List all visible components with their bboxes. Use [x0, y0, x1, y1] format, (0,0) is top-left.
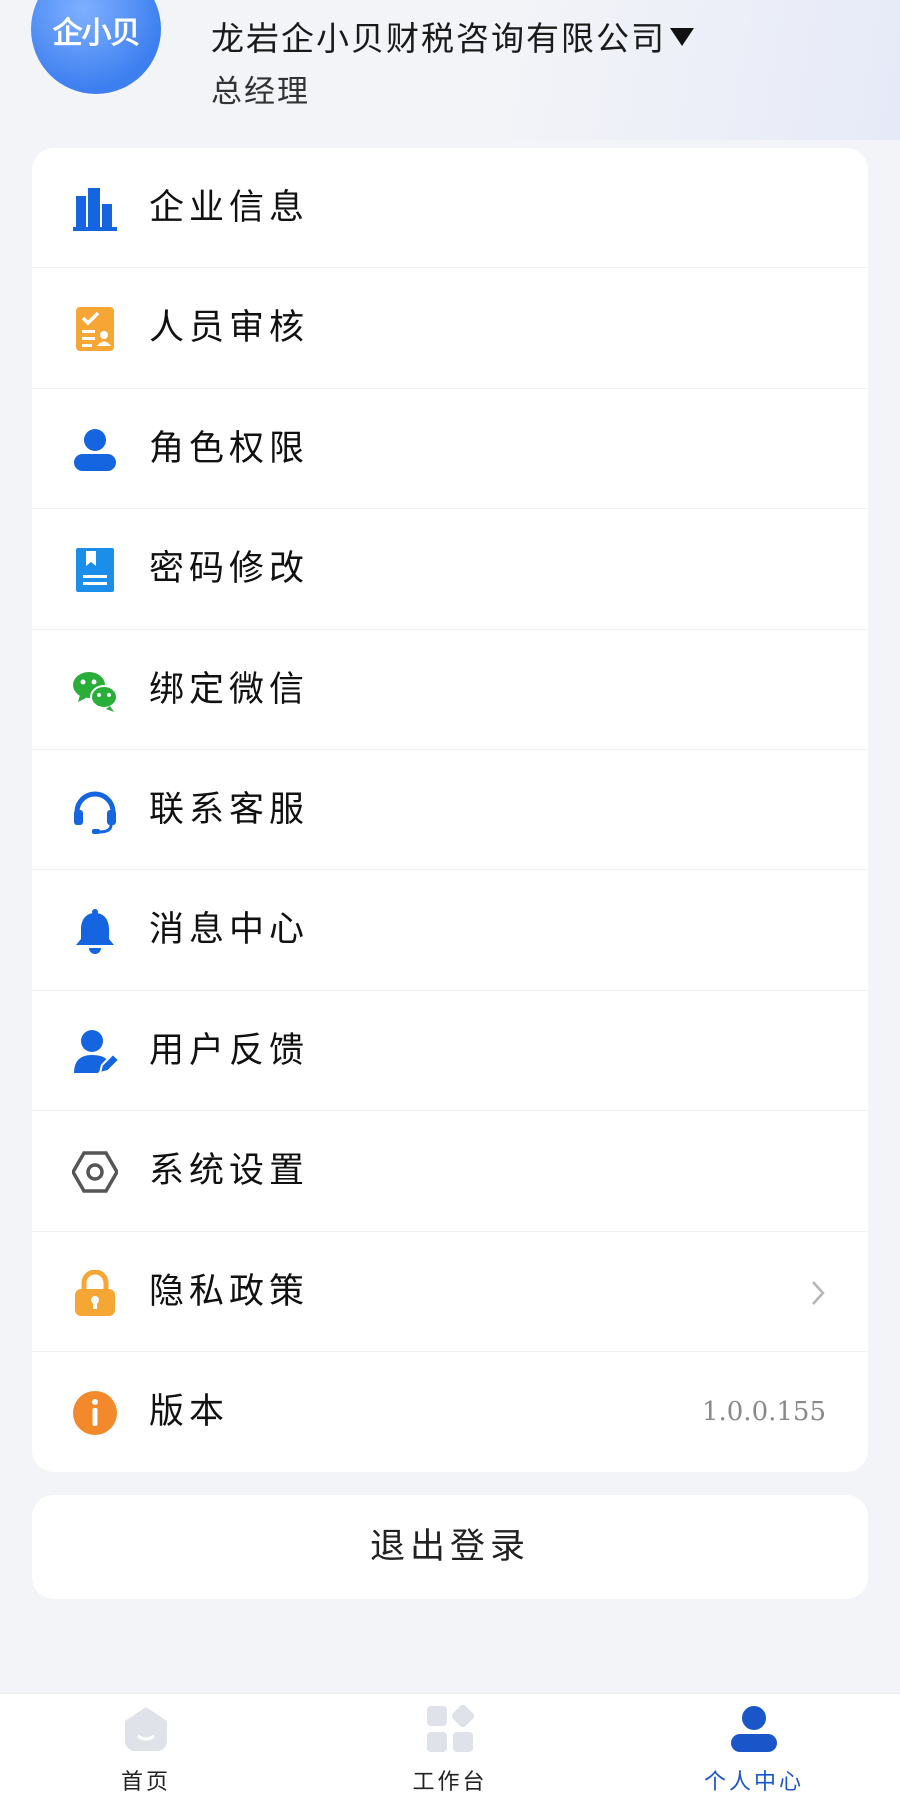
company-switcher[interactable]: 龙岩企小贝财税咨询有限公司: [211, 12, 694, 60]
menu-item-bind-wechat[interactable]: 绑定微信: [32, 630, 868, 750]
headset-icon: [72, 788, 118, 834]
user-role: 总经理: [211, 74, 310, 110]
user-edit-icon: [72, 1029, 118, 1075]
tab-home[interactable]: 首页: [46, 1694, 246, 1800]
avatar-logo-text: 企小贝: [52, 16, 141, 51]
checklist-icon: [72, 306, 118, 352]
menu-item-change-password[interactable]: 密码修改: [32, 509, 868, 630]
bell-icon: [72, 908, 118, 955]
profile-header: 企小贝 龙岩企小贝财税咨询有限公司 总经理: [0, 0, 900, 130]
menu-item-label: 角色权限: [149, 428, 310, 469]
menu-item-user-feedback[interactable]: 用户反馈: [32, 991, 868, 1112]
profile-page: 企小贝 龙岩企小贝财税咨询有限公司 总经理 企业信息 人员审核 角色权限 密码修…: [0, 0, 900, 1800]
home-icon: [121, 1704, 171, 1754]
user-tab-icon: [729, 1704, 779, 1754]
menu-item-label: 密码修改: [149, 549, 310, 590]
logout-button[interactable]: 退出登录: [32, 1495, 868, 1599]
lock-icon: [72, 1269, 118, 1316]
menu-item-customer-service[interactable]: 联系客服: [32, 750, 868, 871]
settings-menu: 企业信息 人员审核 角色权限 密码修改 绑定微信 联系客服 消息中心 用户反馈 …: [32, 148, 868, 1472]
settings-hex-icon: [72, 1149, 118, 1195]
tab-workbench[interactable]: 工作台: [350, 1694, 550, 1800]
menu-item-label: 联系客服: [149, 789, 310, 830]
menu-item-label: 系统设置: [149, 1151, 310, 1192]
menu-item-staff-review[interactable]: 人员审核: [32, 268, 868, 389]
menu-item-message-center[interactable]: 消息中心: [32, 870, 868, 991]
bottom-tab-bar: 首页 工作台 个人中心: [0, 1693, 900, 1800]
company-name: 龙岩企小贝财税咨询有限公司: [211, 19, 666, 58]
company-avatar[interactable]: 企小贝: [31, 0, 161, 94]
menu-item-role-permissions[interactable]: 角色权限: [32, 389, 868, 510]
user-icon: [72, 427, 118, 473]
menu-item-system-settings[interactable]: 系统设置: [32, 1111, 868, 1232]
grid-icon: [425, 1704, 475, 1754]
info-icon: [72, 1390, 118, 1436]
menu-item-label: 用户反馈: [149, 1030, 310, 1071]
menu-item-label: 绑定微信: [149, 669, 310, 710]
menu-item-label: 隐私政策: [149, 1271, 310, 1312]
tab-personal-center[interactable]: 个人中心: [654, 1694, 854, 1800]
menu-item-label: 人员审核: [149, 308, 310, 349]
wechat-icon: [72, 668, 118, 714]
menu-item-label: 消息中心: [149, 910, 310, 951]
tab-label: 首页: [120, 1770, 171, 1795]
menu-item-label: 企业信息: [149, 188, 310, 228]
menu-item-company-info[interactable]: 企业信息: [32, 148, 868, 269]
building-icon: [72, 186, 118, 232]
document-icon: [72, 547, 118, 593]
caret-down-icon[interactable]: [670, 28, 694, 46]
tab-label: 工作台: [412, 1770, 488, 1795]
menu-item-privacy-policy[interactable]: 隐私政策: [32, 1232, 868, 1352]
tab-label: 个人中心: [703, 1770, 804, 1795]
chevron-right-icon: [808, 1278, 828, 1308]
menu-item-version[interactable]: 版本 1.0.0.155: [32, 1352, 868, 1472]
version-number: 1.0.0.155: [701, 1396, 826, 1427]
menu-item-label: 版本: [149, 1391, 230, 1432]
